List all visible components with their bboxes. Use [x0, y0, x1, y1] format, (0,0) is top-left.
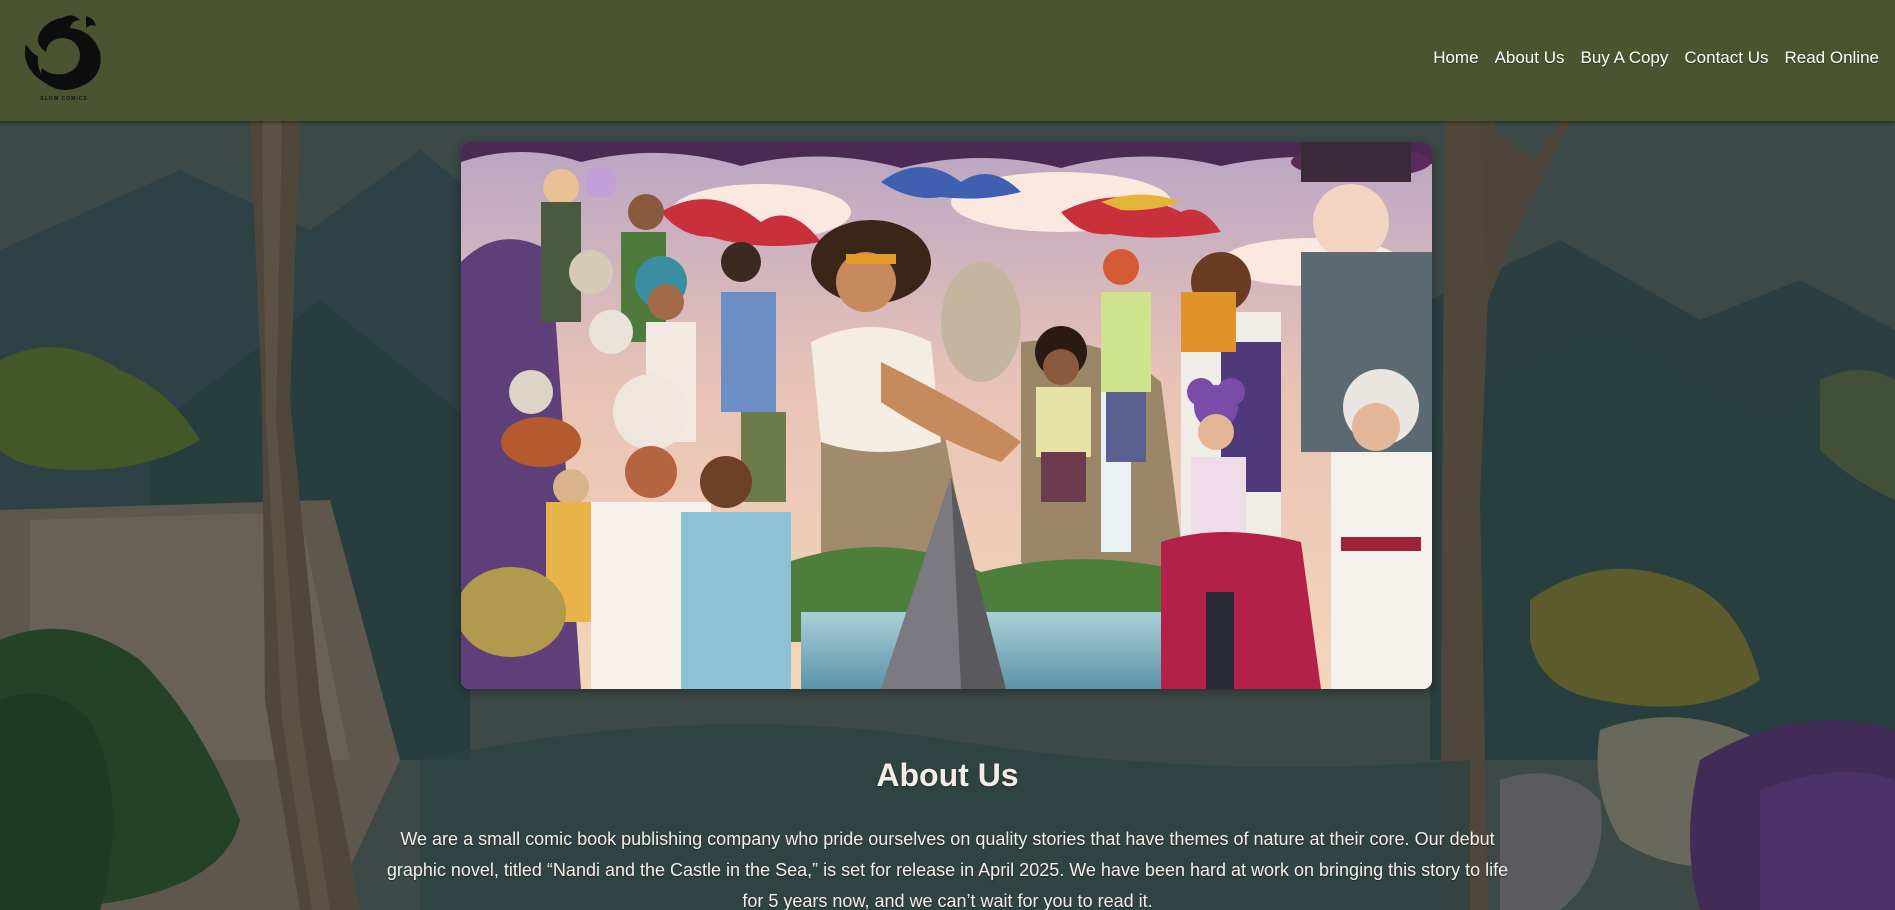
- about-heading: About Us: [876, 757, 1019, 793]
- comic-cover-illustration: [461, 142, 1432, 689]
- nav-buy-a-copy[interactable]: Buy A Copy: [1581, 48, 1669, 68]
- logo-text: SLOW COMICS: [40, 96, 88, 102]
- about-paragraph: We are a small comic book publishing com…: [386, 829, 1509, 910]
- logo[interactable]: SLOW COMICS: [20, 10, 108, 106]
- site-header: SLOW COMICS Home About Us Buy A Copy Con…: [0, 0, 1895, 121]
- nav-about-us[interactable]: About Us: [1495, 48, 1565, 68]
- logo-icon: [24, 15, 101, 90]
- nav-read-online[interactable]: Read Online: [1784, 48, 1879, 68]
- nav-contact-us[interactable]: Contact Us: [1684, 48, 1768, 68]
- hero-image: [461, 142, 1432, 689]
- main-nav: Home About Us Buy A Copy Contact Us Read…: [1433, 48, 1879, 68]
- nav-home[interactable]: Home: [1433, 48, 1478, 68]
